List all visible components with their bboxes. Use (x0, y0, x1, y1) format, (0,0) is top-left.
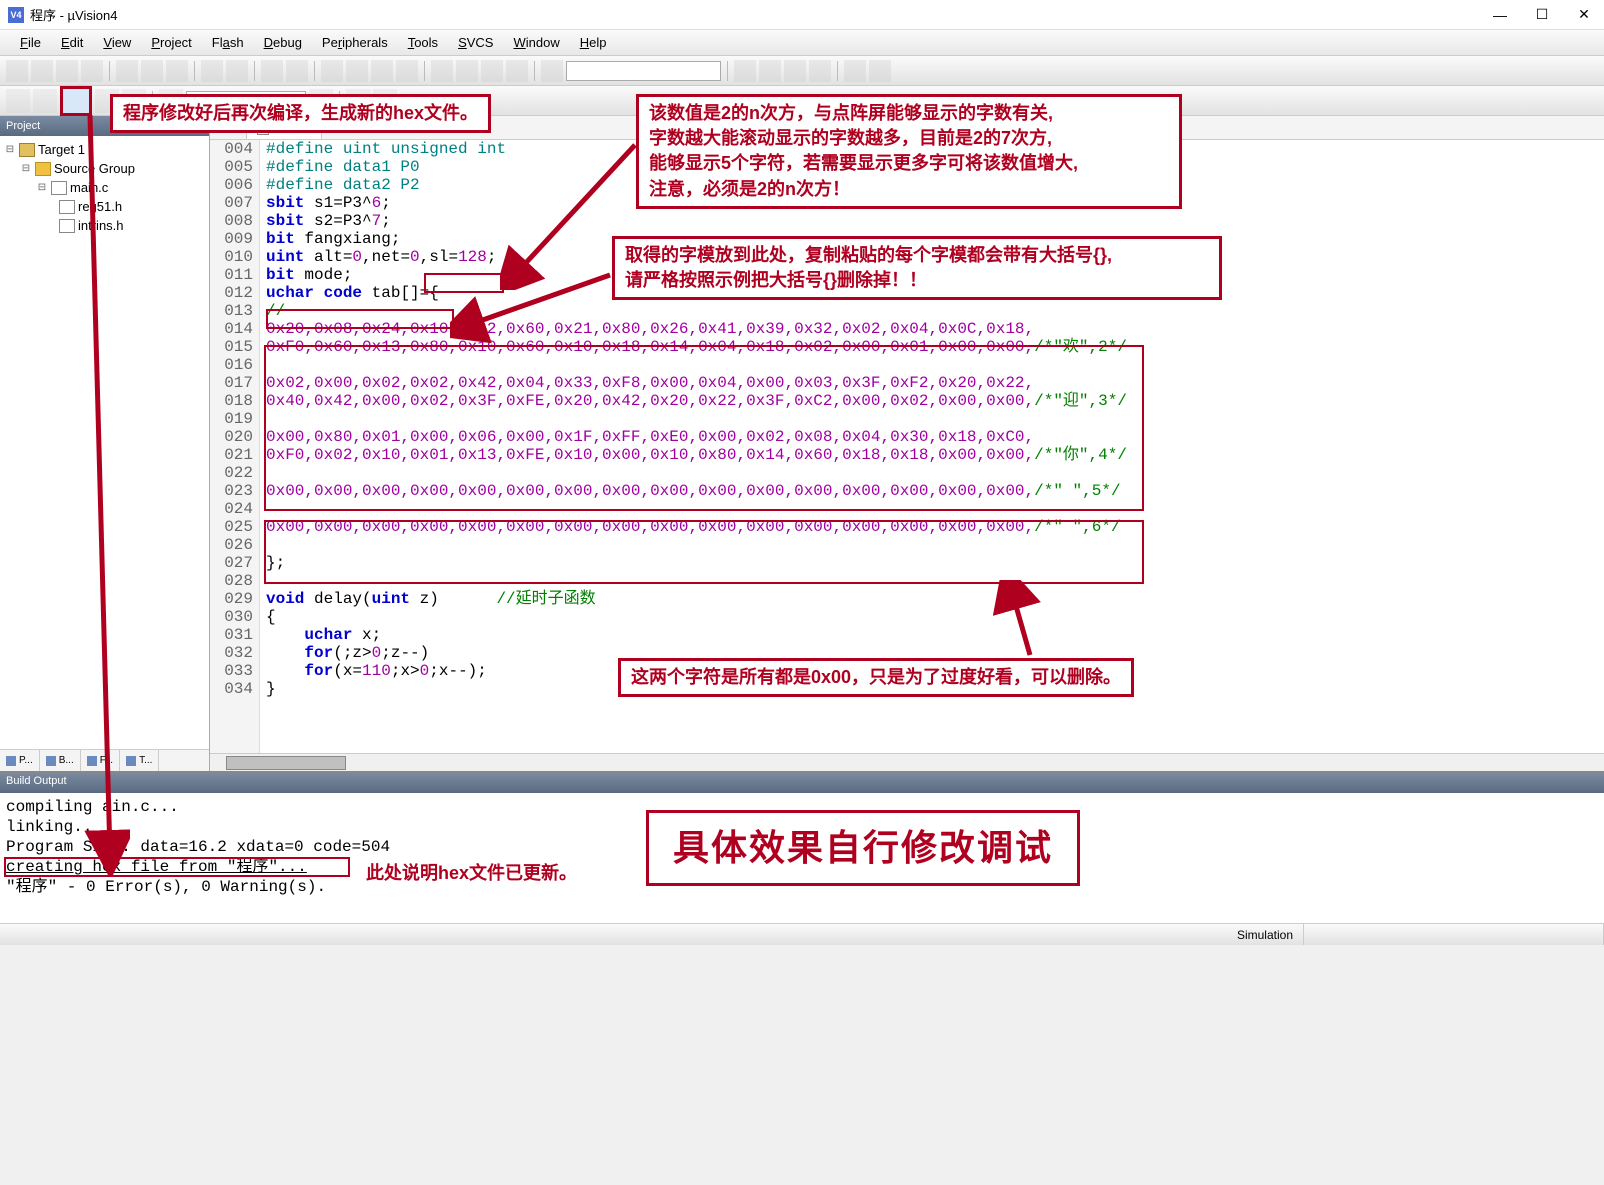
undo-button[interactable] (201, 60, 223, 82)
menu-debug[interactable]: Debug (254, 35, 312, 50)
tree-file-intrins[interactable]: intrins.h (4, 216, 205, 235)
tree-file-label: intrins.h (78, 218, 124, 233)
scrollbar-thumb[interactable] (226, 756, 346, 770)
project-tabs: P... B... F... T... (0, 749, 209, 771)
window-button[interactable] (844, 60, 866, 82)
project-tree[interactable]: ⊟ Target 1 ⊟ Source Group ⊟ main.c reg51… (0, 136, 209, 749)
menu-tools[interactable]: Tools (398, 35, 448, 50)
tree-group[interactable]: ⊟ Source Group (4, 159, 205, 178)
callout-big: 具体效果自行修改调试 (646, 810, 1080, 886)
ptab-functions[interactable]: F... (81, 750, 120, 771)
nav-fwd-button[interactable] (286, 60, 308, 82)
tree-file-main[interactable]: ⊟ main.c (4, 178, 205, 197)
status-bar: Simulation (0, 923, 1604, 945)
ptab-project[interactable]: P... (0, 750, 40, 771)
save-button[interactable] (56, 60, 78, 82)
rebuild-button[interactable] (60, 86, 92, 116)
callout-zero: 这两个字符是所有都是0x00，只是为了过度好看，可以删除。 (618, 658, 1134, 697)
build-button[interactable] (33, 89, 57, 113)
find-combo[interactable] (566, 61, 721, 81)
bookmark-next-button[interactable] (371, 60, 393, 82)
tree-group-label: Source Group (54, 161, 135, 176)
indent-out-button[interactable] (456, 60, 478, 82)
tree-root[interactable]: ⊟ Target 1 (4, 140, 205, 159)
indent-in-button[interactable] (431, 60, 453, 82)
menu-svcs[interactable]: SVCS (448, 35, 503, 50)
bookmark-clear-button[interactable] (396, 60, 418, 82)
build-output-header: Build Output (0, 773, 1604, 793)
tree-file-reg51[interactable]: reg51.h (4, 197, 205, 216)
copy-button[interactable] (141, 60, 163, 82)
paste-button[interactable] (166, 60, 188, 82)
breakpoint-button[interactable] (759, 60, 781, 82)
translate-button[interactable] (6, 89, 30, 113)
find-button[interactable] (541, 60, 563, 82)
redo-button[interactable] (226, 60, 248, 82)
title-bar: V4 程序 - µVision4 — ☐ ✕ (0, 0, 1604, 30)
app-icon: V4 (8, 7, 24, 23)
breakpoint-clear-button[interactable] (809, 60, 831, 82)
uncomment-button[interactable] (506, 60, 528, 82)
ptab-books[interactable]: B... (40, 750, 81, 771)
horizontal-scrollbar[interactable] (210, 753, 1604, 771)
tree-file-label: main.c (70, 180, 108, 195)
config-button[interactable] (869, 60, 891, 82)
callout-zimo: 取得的字模放到此处，复制粘贴的每个字模都会带有大括号{}, 请严格按照示例把大括… (612, 236, 1222, 300)
menu-file[interactable]: File (10, 35, 51, 50)
menu-view[interactable]: View (93, 35, 141, 50)
line-gutter: 0040050060070080090100110120130140150160… (210, 140, 260, 753)
menu-window[interactable]: Window (503, 35, 569, 50)
toolbar-main (0, 56, 1604, 86)
close-button[interactable]: ✕ (1572, 3, 1596, 27)
status-empty (1304, 924, 1604, 945)
breakpoint-disable-button[interactable] (784, 60, 806, 82)
ptab-templates[interactable]: T... (120, 750, 159, 771)
menu-bar: File Edit View Project Flash Debug Perip… (0, 30, 1604, 56)
save-all-button[interactable] (81, 60, 103, 82)
project-panel-title: Project (6, 120, 40, 132)
callout-sl128: 该数值是2的n次方，与点阵屏能够显示的字数有关, 字数越大能滚动显示的字数越多，… (636, 94, 1182, 209)
menu-help[interactable]: Help (570, 35, 617, 50)
menu-flash[interactable]: Flash (202, 35, 254, 50)
window-title: 程序 - µVision4 (30, 5, 1488, 24)
bookmark-button[interactable] (321, 60, 343, 82)
debug-start-button[interactable] (734, 60, 756, 82)
callout-compile: 程序修改好后再次编译，生成新的hex文件。 (110, 94, 491, 133)
menu-peripherals[interactable]: Peripherals (312, 35, 398, 50)
open-file-button[interactable] (31, 60, 53, 82)
menu-project[interactable]: Project (141, 35, 201, 50)
comment-button[interactable] (481, 60, 503, 82)
new-file-button[interactable] (6, 60, 28, 82)
build-output-title: Build Output (6, 775, 67, 787)
tree-root-label: Target 1 (38, 142, 85, 157)
bookmark-prev-button[interactable] (346, 60, 368, 82)
maximize-button[interactable]: ☐ (1530, 3, 1554, 27)
minimize-button[interactable]: — (1488, 3, 1512, 27)
callout-hexupdate: 此处说明hex文件已更新。 (356, 857, 587, 890)
project-panel: Project ⊟ Target 1 ⊟ Source Group ⊟ main… (0, 116, 210, 771)
nav-back-button[interactable] (261, 60, 283, 82)
tree-file-label: reg51.h (78, 199, 122, 214)
status-mode: Simulation (1227, 924, 1304, 945)
cut-button[interactable] (116, 60, 138, 82)
menu-edit[interactable]: Edit (51, 35, 93, 50)
